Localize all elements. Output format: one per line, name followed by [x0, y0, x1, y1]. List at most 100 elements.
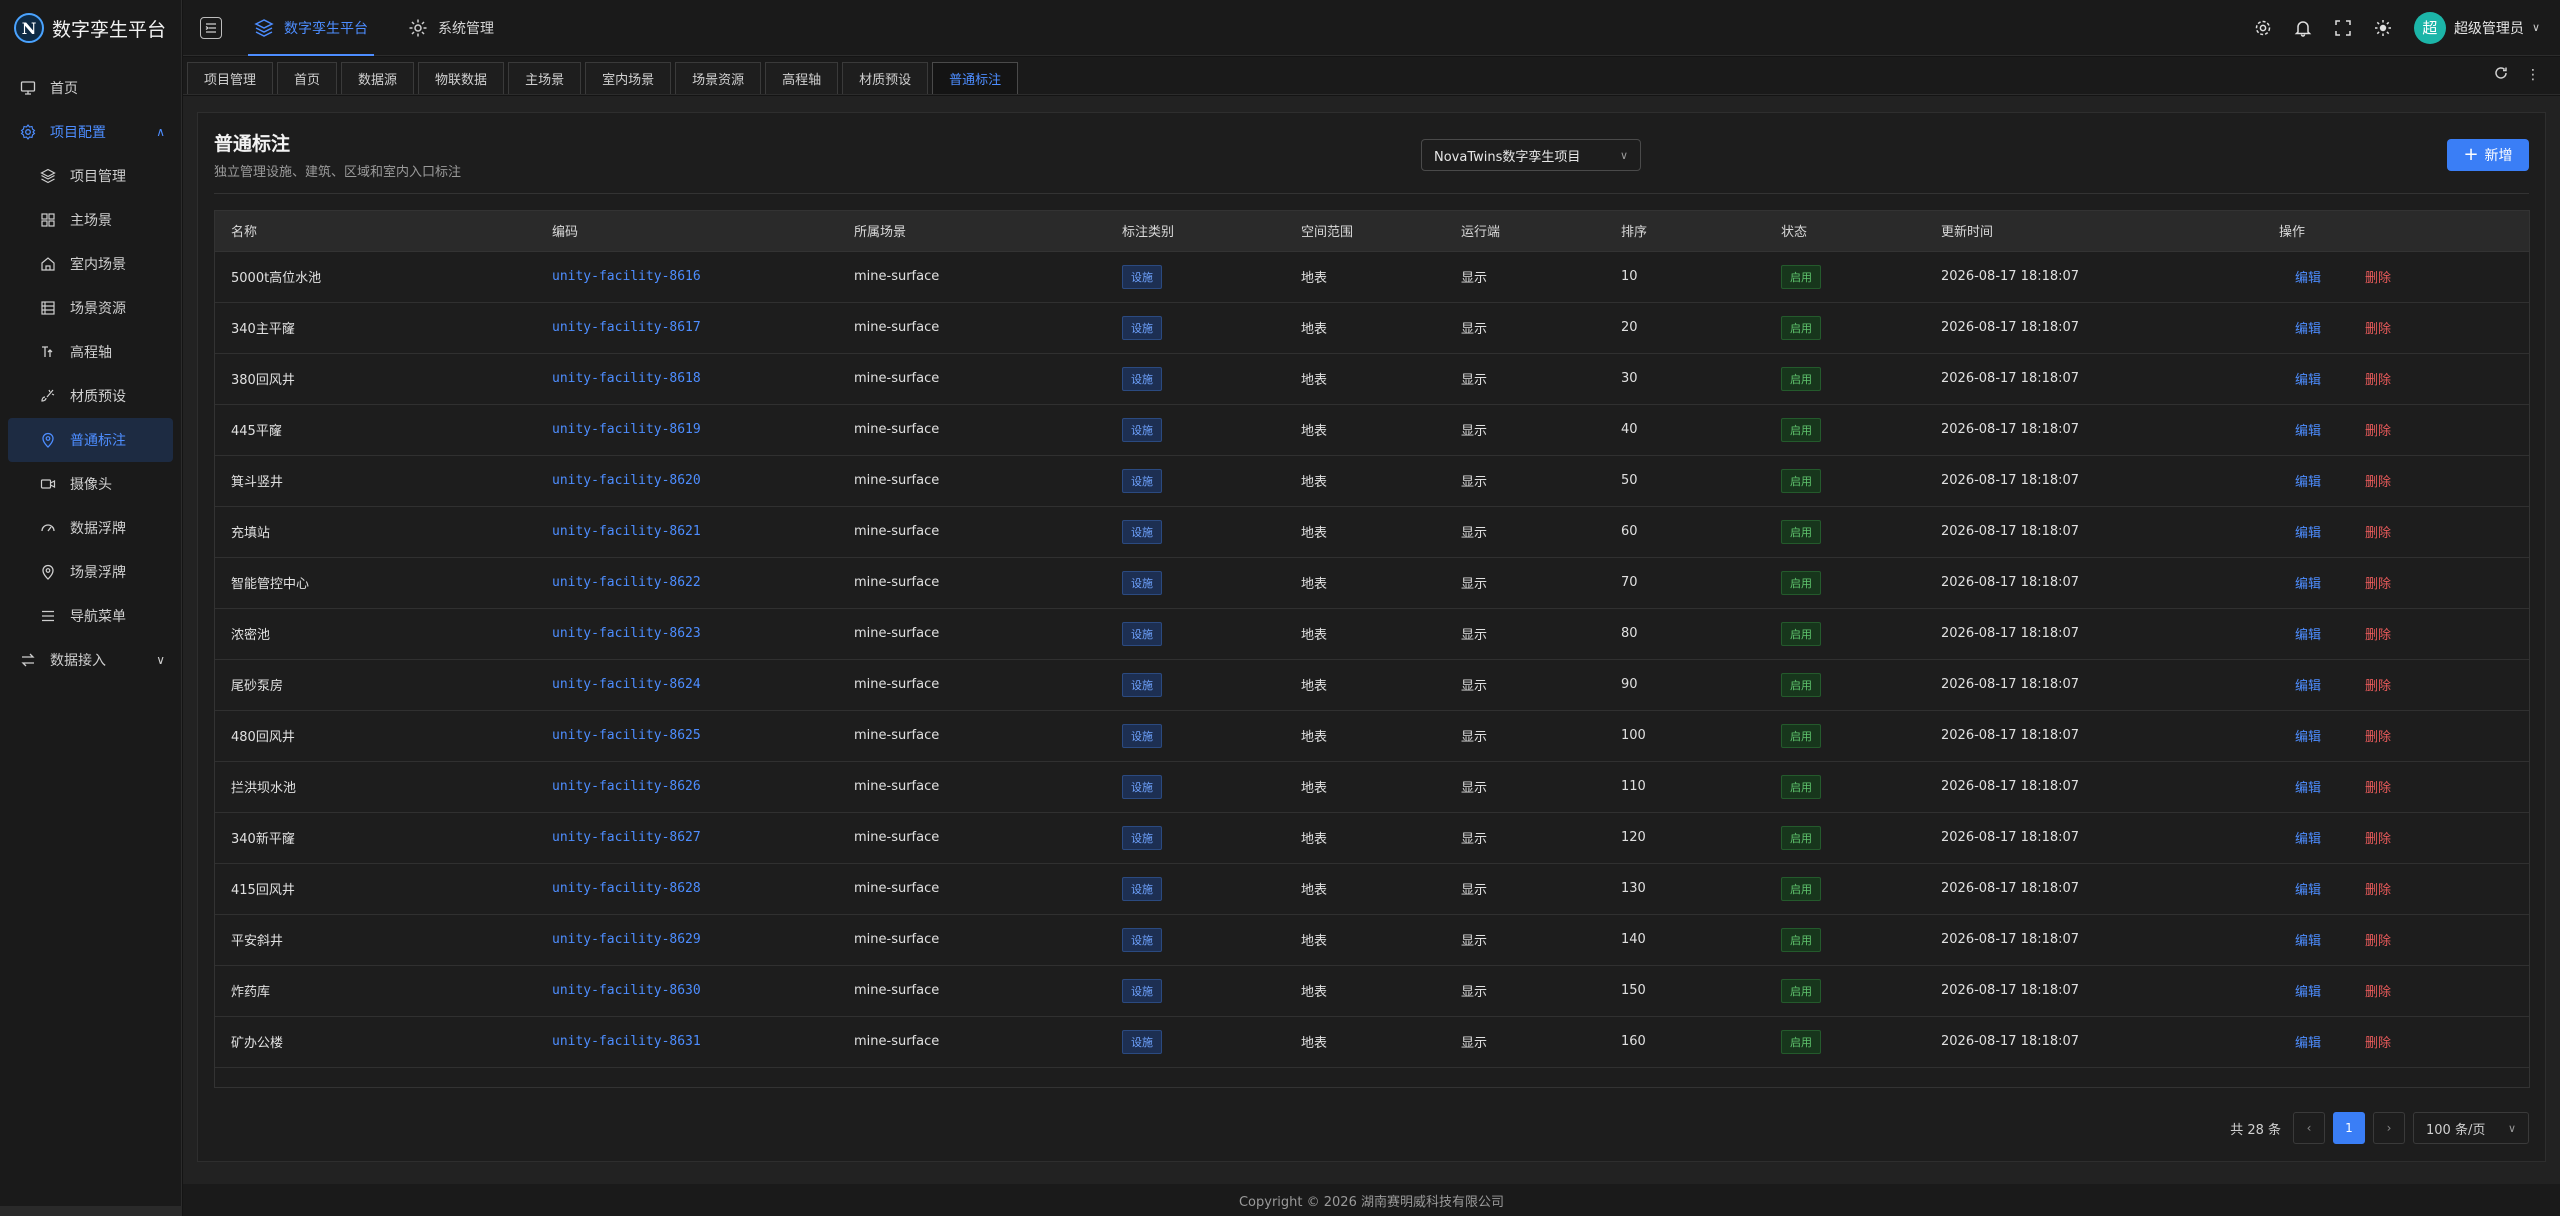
- sidebar-item-7[interactable]: 材质预设: [0, 374, 181, 418]
- table-row[interactable]: 平安斜井 unity-facility-8629 mine-surface 设施 地表显…: [215, 914, 2529, 966]
- sidebar-item-2[interactable]: 项目管理: [0, 154, 181, 198]
- table-row[interactable]: 浓密池 unity-facility-8623 mine-surface 设施 地表 显示…: [215, 608, 2529, 660]
- table-row[interactable]: 340主平窿 unity-facility-8617 mine-surface 设施 地…: [215, 302, 2529, 354]
- page-tab-4[interactable]: 主场景: [508, 62, 582, 94]
- cell-actions: 编辑 删除: [2263, 863, 2529, 915]
- page-tab-8[interactable]: 材质预设: [842, 62, 929, 94]
- edit-button[interactable]: 编辑: [2295, 985, 2321, 1000]
- table-row[interactable]: 箕斗竖井 unity-facility-8620 mine-surface 设施 地表显…: [215, 455, 2529, 507]
- table-row[interactable]: 380回风井 unity-facility-8618 mine-surface 设施 地…: [215, 353, 2529, 405]
- edit-button[interactable]: 编辑: [2295, 730, 2321, 745]
- sidebar-item-8[interactable]: 普通标注: [8, 418, 173, 462]
- sidebar-item-0[interactable]: 首页: [0, 66, 181, 110]
- cell-code: unity-facility-8623: [536, 608, 838, 660]
- edit-button[interactable]: 编辑: [2295, 679, 2321, 694]
- sidebar-scrollbar[interactable]: [0, 1206, 182, 1216]
- more-vertical-icon[interactable]: ⋮: [2526, 68, 2540, 82]
- table-row[interactable]: 炸药库 unity-facility-8630 mine-surface 设施 地表 显示…: [215, 965, 2529, 1017]
- page-tab-1[interactable]: 首页: [277, 62, 338, 94]
- edit-button[interactable]: 编辑: [2295, 1036, 2321, 1051]
- theme-toggle-icon[interactable]: [2374, 19, 2392, 37]
- edit-button[interactable]: 编辑: [2295, 526, 2321, 541]
- add-button[interactable]: + 新增: [2447, 139, 2529, 171]
- page-tab-0[interactable]: 项目管理: [187, 62, 274, 94]
- edit-button[interactable]: 编辑: [2295, 577, 2321, 592]
- table-row[interactable]: 5000t高位水池 unity-facility-8616 mine-surface…: [215, 251, 2529, 303]
- edit-button[interactable]: 编辑: [2295, 883, 2321, 898]
- page-tab-5[interactable]: 室内场景: [585, 62, 672, 94]
- table-row[interactable]: 尾砂泵房 unity-facility-8624 mine-surface 设施 地表显…: [215, 659, 2529, 711]
- table-row[interactable]: 智能管控中心 unity-facility-8622 mine-surface 设施 地…: [215, 557, 2529, 609]
- delete-button[interactable]: 删除: [2365, 730, 2391, 745]
- sidebar-collapse-button[interactable]: [200, 16, 222, 39]
- sidebar-item-6[interactable]: 高程轴: [0, 330, 181, 374]
- edit-button[interactable]: 编辑: [2295, 271, 2321, 286]
- sidebar-item-5[interactable]: 场景资源: [0, 286, 181, 330]
- sidebar-item-12[interactable]: 导航菜单: [0, 594, 181, 638]
- settings-icon[interactable]: [2254, 19, 2272, 37]
- delete-button[interactable]: 删除: [2365, 475, 2391, 490]
- sidebar-item-13[interactable]: 数据接入 ∨: [0, 638, 181, 682]
- delete-button[interactable]: 删除: [2365, 883, 2391, 898]
- page-tab-6[interactable]: 场景资源: [675, 62, 762, 94]
- top-tab-twin-platform[interactable]: 数字孪生平台: [234, 0, 388, 56]
- delete-button[interactable]: 删除: [2365, 526, 2391, 541]
- delete-button[interactable]: 删除: [2365, 424, 2391, 439]
- edit-button[interactable]: 编辑: [2295, 934, 2321, 949]
- edit-button[interactable]: 编辑: [2295, 781, 2321, 796]
- top-tab-system[interactable]: 系统管理: [388, 0, 514, 56]
- delete-button[interactable]: 删除: [2365, 985, 2391, 1000]
- fullscreen-icon[interactable]: [2334, 19, 2352, 37]
- annotation-table[interactable]: 名称 编码 所属场景 标注类别 空间范围 运行端 排序 状态 更新时间 操作 5000t高位水池 u…: [214, 210, 2530, 1088]
- edit-button[interactable]: 编辑: [2295, 628, 2321, 643]
- page-tab-3[interactable]: 物联数据: [418, 62, 505, 94]
- sidebar-item-10[interactable]: 数据浮牌: [0, 506, 181, 550]
- delete-button[interactable]: 删除: [2365, 373, 2391, 388]
- table-row[interactable]: 矿办公楼 unity-facility-8631 mine-surface 设施 地表显…: [215, 1016, 2529, 1068]
- delete-button[interactable]: 删除: [2365, 934, 2391, 949]
- refresh-icon[interactable]: [2494, 66, 2508, 84]
- page-size-select[interactable]: 100 条/页 ∨: [2413, 1112, 2529, 1144]
- table-row[interactable]: 445平窿 unity-facility-8619 mine-surface 设施 地表…: [215, 404, 2529, 456]
- edit-button[interactable]: 编辑: [2295, 832, 2321, 847]
- next-page-button[interactable]: ›: [2373, 1112, 2405, 1144]
- sidebar-item-9[interactable]: 摄像头: [0, 462, 181, 506]
- cell-updated: 2026-08-17 18:18:07: [1925, 710, 2263, 762]
- cell-code: unity-facility-8628: [536, 863, 838, 915]
- table-row[interactable]: 拦洪坝水池 unity-facility-8626 mine-surface 设施 地表…: [215, 761, 2529, 813]
- sidebar-item-3[interactable]: 主场景: [0, 198, 181, 242]
- delete-button[interactable]: 删除: [2365, 628, 2391, 643]
- edit-button[interactable]: 编辑: [2295, 322, 2321, 337]
- edit-button[interactable]: 编辑: [2295, 475, 2321, 490]
- cell-range: 地表: [1285, 761, 1445, 813]
- edit-button[interactable]: 编辑: [2295, 424, 2321, 439]
- table-row[interactable]: 340新平窿 unity-facility-8627 mine-surface 设施 地…: [215, 812, 2529, 864]
- sidebar-item-1[interactable]: 项目配置 ∧: [0, 110, 181, 154]
- sidebar-item-11[interactable]: 场景浮牌: [0, 550, 181, 594]
- delete-button[interactable]: 删除: [2365, 322, 2391, 337]
- delete-button[interactable]: 删除: [2365, 271, 2391, 286]
- table-row[interactable]: 充填站 unity-facility-8621 mine-surface 设施 地表 显示…: [215, 506, 2529, 558]
- cell-order: 100: [1605, 710, 1765, 762]
- table-row[interactable]: 480回风井 unity-facility-8625 mine-surface 设施 地…: [215, 710, 2529, 762]
- prev-page-button[interactable]: ‹: [2293, 1112, 2325, 1144]
- bell-icon[interactable]: [2294, 19, 2312, 37]
- delete-button[interactable]: 删除: [2365, 1036, 2391, 1051]
- header-actions: 超 超级管理员 ∨: [2254, 11, 2560, 44]
- edit-button[interactable]: 编辑: [2295, 373, 2321, 388]
- user-menu[interactable]: 超 超级管理员 ∨: [2413, 11, 2540, 44]
- sidebar-item-4[interactable]: 室内场景: [0, 242, 181, 286]
- delete-button[interactable]: 删除: [2365, 832, 2391, 847]
- page-tab-7[interactable]: 高程轴: [765, 62, 839, 94]
- delete-button[interactable]: 删除: [2365, 577, 2391, 592]
- table-row[interactable]: 415回风井 unity-facility-8628 mine-surface 设施 地…: [215, 863, 2529, 915]
- brand[interactable]: N 数字孪生平台: [0, 0, 181, 56]
- cell-range: 地表: [1285, 965, 1445, 1017]
- project-select[interactable]: NovaTwins数字孪生项目 ∨: [1421, 139, 1641, 171]
- page-tab-2[interactable]: 数据源: [341, 62, 415, 94]
- page-tab-9[interactable]: 普通标注: [932, 62, 1019, 94]
- delete-button[interactable]: 删除: [2365, 781, 2391, 796]
- page-size-value: 100 条/页: [2426, 1122, 2486, 1138]
- page-button-current[interactable]: 1: [2333, 1112, 2365, 1144]
- delete-button[interactable]: 删除: [2365, 679, 2391, 694]
